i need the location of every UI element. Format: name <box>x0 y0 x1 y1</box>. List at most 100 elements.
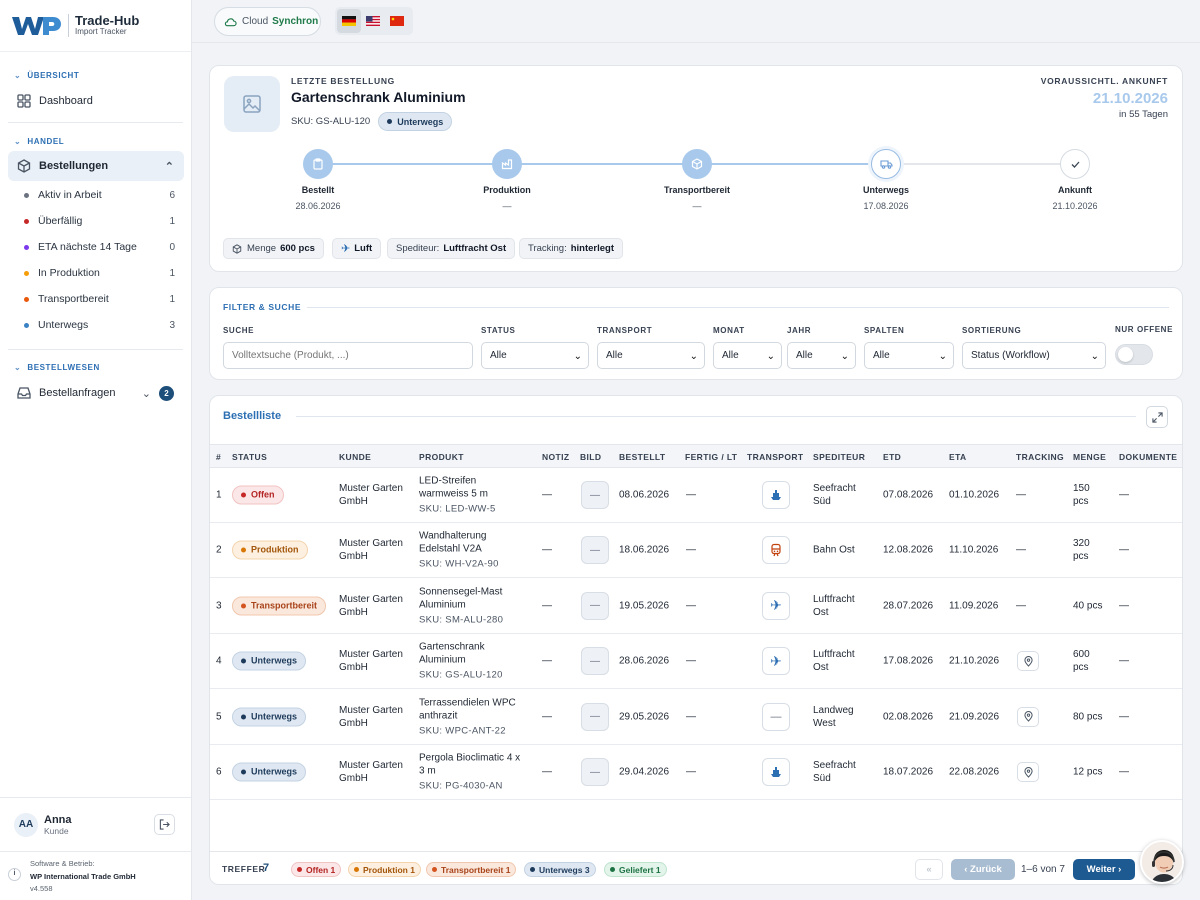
notiz-cell[interactable]: — <box>542 655 552 668</box>
column-header[interactable]: BESTELLT <box>619 452 665 462</box>
dokumente-cell[interactable]: — <box>1119 599 1129 612</box>
column-header[interactable]: STATUS <box>232 452 267 462</box>
table-row[interactable]: 1 Offen Muster Garten GmbH LED-Streifen warmw… <box>210 468 1182 523</box>
table-row[interactable]: 2 Produktion Muster Garten GmbH Wandhalterun… <box>210 523 1182 578</box>
sidebar-subitem-ueberfaellig[interactable]: Überfällig 1 <box>0 208 191 234</box>
column-header[interactable]: SPEDITEUR <box>813 452 865 462</box>
column-header[interactable]: MENGE <box>1073 452 1106 462</box>
dokumente-cell[interactable]: — <box>1119 655 1129 668</box>
table-row[interactable]: 4 Unterwegs Muster Garten GmbH Gartenschrank… <box>210 634 1182 689</box>
prev-page-button[interactable]: ‹ Zurück <box>951 859 1015 880</box>
flag-de-button[interactable] <box>337 9 361 33</box>
column-header[interactable]: TRANSPORT <box>747 452 804 462</box>
column-header[interactable]: ETD <box>883 452 901 462</box>
sidebar-subitem-transportbereit[interactable]: Transportbereit 1 <box>0 286 191 312</box>
status-select[interactable]: Alle ⌄ <box>481 342 589 369</box>
support-avatar-button[interactable] <box>1140 840 1184 884</box>
column-header[interactable]: TRACKING <box>1016 452 1064 462</box>
spediteur-line: Ost <box>813 606 829 618</box>
filter-pill-offen[interactable]: Offen 1 <box>291 862 342 877</box>
filter-pill-transportbereit[interactable]: Transportbereit 1 <box>426 862 517 877</box>
sidebar-item-bestellanfragen[interactable]: Bestellanfragen ⌄ 2 <box>8 378 184 408</box>
bild-cell[interactable]: — <box>581 647 609 675</box>
flag-cn-button[interactable] <box>385 9 409 33</box>
wp-logo-icon <box>12 16 61 35</box>
spalten-select[interactable]: Alle ⌄ <box>864 342 954 369</box>
section-uebersicht[interactable]: ⌄ ÜBERSICHT <box>0 68 191 82</box>
column-header[interactable]: KUNDE <box>339 452 371 462</box>
ship-icon[interactable] <box>762 481 790 509</box>
notiz-cell[interactable]: — <box>542 489 552 502</box>
notiz-cell[interactable]: — <box>542 710 552 723</box>
bild-cell[interactable]: — <box>581 591 609 620</box>
table-row[interactable]: 3 Transportbereit Muster Garten GmbH Sonnens… <box>210 578 1182 634</box>
dokumente-cell[interactable]: — <box>1119 544 1129 557</box>
bild-cell[interactable]: — <box>581 481 609 509</box>
order-list-card: Bestellliste # STATUS KUNDE PRODUKT NOTIZ BIL… <box>209 395 1183 885</box>
tracking-pin-button[interactable] <box>1017 762 1039 782</box>
column-header[interactable]: PRODUKT <box>419 452 464 462</box>
info-icon[interactable]: i <box>8 868 21 881</box>
produkt-line: 3 m <box>419 765 436 777</box>
filter-pill-unterwegs[interactable]: Unterwegs 3 <box>524 862 596 877</box>
sidebar-subitem-unterwegs[interactable]: Unterwegs 3 <box>0 312 191 338</box>
cloud-status: Synchron <box>272 16 319 27</box>
column-header[interactable]: # <box>216 452 221 462</box>
spediteur-line: Bahn Ost <box>813 544 855 556</box>
brand-logo[interactable]: Trade-Hub Import Tracker <box>0 0 191 52</box>
ship-icon[interactable] <box>762 758 790 786</box>
plane-icon[interactable]: ✈ <box>762 591 790 620</box>
first-page-button[interactable]: « <box>915 859 943 880</box>
flag-cn-icon <box>390 16 404 26</box>
bild-cell[interactable]: — <box>581 702 609 731</box>
notiz-cell[interactable]: — <box>542 544 552 557</box>
tracking-pin-button[interactable] <box>1017 706 1039 727</box>
sidebar-item-bestellungen[interactable]: Bestellungen ⌃ <box>8 151 184 181</box>
jahr-select[interactable]: Alle ⌄ <box>787 342 856 369</box>
section-bestellwesen[interactable]: ⌄ BESTELLWESEN <box>0 360 191 374</box>
sidebar-subitem-eta[interactable]: ETA nächste 14 Tage 0 <box>0 234 191 260</box>
filter-pill-geliefert[interactable]: Geliefert 1 <box>604 862 667 877</box>
table-row[interactable]: 6 Unterwegs Muster Garten GmbH Pergola Biocl… <box>210 745 1182 800</box>
notiz-cell[interactable]: — <box>542 766 552 779</box>
transport-select[interactable]: Alle ⌄ <box>597 342 705 369</box>
dokumente-cell[interactable]: — <box>1119 766 1129 779</box>
status-dot <box>24 218 29 224</box>
section-handel[interactable]: ⌄ HANDEL <box>0 134 191 148</box>
sidebar-subitem-aktiv[interactable]: Aktiv in Arbeit 6 <box>0 182 191 208</box>
monat-select[interactable]: Alle ⌄ <box>713 342 782 369</box>
cloud-sync-status[interactable]: Cloud Synchron <box>214 7 321 36</box>
expand-button[interactable] <box>1146 406 1168 428</box>
chevron-down-icon: ⌄ <box>938 351 947 362</box>
column-header[interactable]: FERTIG / LT <box>685 452 737 462</box>
search-input[interactable] <box>223 342 473 369</box>
kunde-cell: Muster Garten GmbH <box>339 759 403 785</box>
flag-us-button[interactable] <box>361 9 385 33</box>
train-icon[interactable] <box>762 536 790 564</box>
column-header[interactable]: ETA <box>949 452 967 462</box>
column-header[interactable]: NOTIZ <box>542 452 570 462</box>
bild-cell[interactable]: — <box>581 536 609 564</box>
tracking-pin-button[interactable] <box>1017 651 1039 671</box>
notiz-cell[interactable]: — <box>542 599 552 612</box>
sortierung-select[interactable]: Status (Workflow) ⌄ <box>962 342 1106 369</box>
sidebar-subitem-produktion[interactable]: In Produktion 1 <box>0 260 191 286</box>
status-badge: Unterwegs <box>232 707 307 726</box>
sortierung-label: SORTIERUNG <box>962 326 1022 335</box>
column-header[interactable]: DOKUMENTE <box>1119 452 1177 462</box>
transport-none[interactable]: — <box>762 702 790 731</box>
table-row[interactable]: 5 Unterwegs Muster Garten GmbH Terrassendiel… <box>210 689 1182 745</box>
logout-button[interactable] <box>154 814 175 835</box>
dokumente-cell[interactable]: — <box>1119 710 1129 723</box>
menge-line: 40 pcs <box>1073 600 1103 611</box>
next-page-button[interactable]: Weiter › <box>1073 859 1135 880</box>
bild-cell[interactable]: — <box>581 758 609 786</box>
plane-icon[interactable]: ✈ <box>762 647 790 675</box>
nur-offene-toggle[interactable] <box>1115 344 1153 365</box>
dokumente-cell[interactable]: — <box>1119 489 1129 502</box>
sidebar-item-dashboard[interactable]: Dashboard <box>8 86 183 116</box>
menge-cell: 600 pcs <box>1073 648 1090 674</box>
filter-pill-produktion[interactable]: Produktion 1 <box>348 862 421 877</box>
column-header[interactable]: BILD <box>580 452 601 462</box>
produkt-cell: LED-Streifen warmweiss 5 m SKU: LED-WW-5 <box>419 475 496 516</box>
